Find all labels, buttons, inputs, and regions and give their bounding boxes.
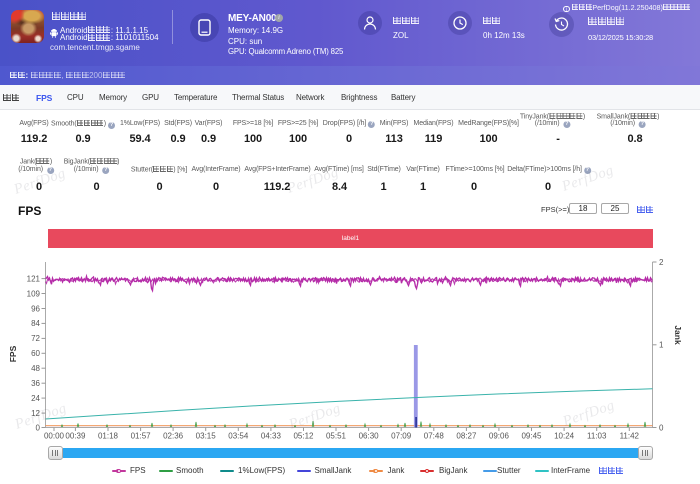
svg-text:36: 36 [31,379,40,388]
svg-text:03:15: 03:15 [196,432,217,441]
svg-text:1: 1 [659,341,664,350]
svg-text:00:00: 00:00 [44,432,65,441]
svg-text:60: 60 [31,349,40,358]
svg-text:07:48: 07:48 [424,432,445,441]
svg-text:08:27: 08:27 [456,432,477,441]
svg-text:0: 0 [659,423,664,432]
svg-text:FPS: FPS [8,345,18,362]
svg-text:05:51: 05:51 [326,432,347,441]
svg-text:72: 72 [31,334,40,343]
svg-text:48: 48 [31,364,40,373]
svg-text:11:42: 11:42 [620,432,640,441]
svg-text:00:39: 00:39 [65,432,86,441]
svg-text:09:45: 09:45 [521,432,542,441]
svg-text:03:54: 03:54 [228,432,249,441]
svg-text:01:57: 01:57 [131,432,152,441]
svg-text:05:12: 05:12 [293,432,314,441]
svg-text:02:36: 02:36 [163,432,184,441]
svg-text:24: 24 [31,394,40,403]
svg-text:07:09: 07:09 [391,432,412,441]
svg-text:121: 121 [27,274,41,283]
svg-text:84: 84 [31,319,40,328]
svg-text:11:03: 11:03 [587,432,607,441]
svg-text:06:30: 06:30 [359,432,380,441]
svg-text:04:33: 04:33 [261,432,282,441]
svg-text:01:18: 01:18 [98,432,119,441]
svg-text:09:06: 09:06 [489,432,510,441]
svg-text:Jank: Jank [673,325,683,345]
svg-text:10:24: 10:24 [554,432,575,441]
svg-text:2: 2 [659,258,664,267]
svg-text:96: 96 [31,304,40,313]
svg-text:109: 109 [27,289,41,298]
